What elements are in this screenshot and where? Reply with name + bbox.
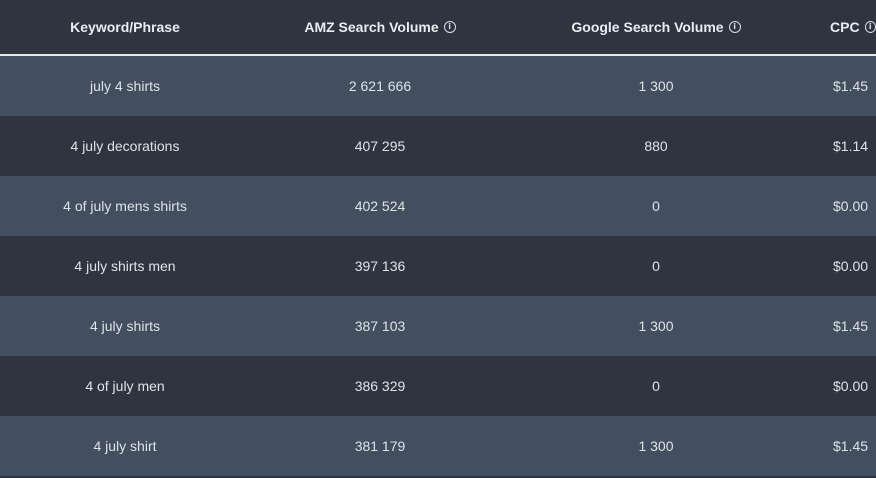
header-cpc-label: CPC bbox=[830, 19, 860, 35]
table-row[interactable]: 4 of july men 386 329 0 $0.00 bbox=[0, 356, 876, 416]
google-volume-cell: 880 bbox=[644, 138, 668, 154]
google-volume-cell: 0 bbox=[652, 258, 660, 274]
keyword-cell: 4 of july mens shirts bbox=[63, 198, 187, 214]
google-volume-cell: 1 300 bbox=[638, 318, 674, 334]
info-icon[interactable]: i bbox=[443, 21, 456, 33]
google-volume-cell: 0 bbox=[652, 198, 660, 214]
header-cpc[interactable]: CPC i bbox=[802, 19, 876, 35]
amz-volume-cell: 381 179 bbox=[354, 438, 406, 454]
cpc-cell: $0.00 bbox=[833, 378, 869, 394]
header-keyword[interactable]: Keyword/Phrase bbox=[0, 19, 250, 35]
header-keyword-label: Keyword/Phrase bbox=[70, 19, 180, 35]
table-header: Keyword/Phrase AMZ Search Volume i Googl… bbox=[0, 0, 876, 56]
keyword-cell: 4 july shirts bbox=[89, 318, 161, 334]
amz-volume-cell: 2 621 666 bbox=[348, 78, 412, 94]
table-row[interactable]: 4 july shirts 387 103 1 300 $1.45 bbox=[0, 296, 876, 356]
amz-volume-cell: 407 295 bbox=[354, 138, 406, 154]
table-row[interactable]: 4 july shirts men 397 136 0 $0.00 bbox=[0, 236, 876, 296]
cpc-cell: $1.45 bbox=[833, 78, 869, 94]
cpc-cell: $0.00 bbox=[833, 258, 869, 274]
header-google-search-volume[interactable]: Google Search Volume i bbox=[510, 19, 802, 35]
info-icon[interactable]: i bbox=[728, 21, 741, 33]
table-row[interactable]: 4 july shirt 381 179 1 300 $1.45 bbox=[0, 416, 876, 476]
keyword-table: Keyword/Phrase AMZ Search Volume i Googl… bbox=[0, 0, 876, 478]
cpc-cell: $0.00 bbox=[833, 198, 869, 214]
table-row[interactable]: july 4 shirts 2 621 666 1 300 $1.45 bbox=[0, 56, 876, 116]
keyword-cell: 4 july shirt bbox=[93, 438, 157, 454]
amz-volume-cell: 387 103 bbox=[354, 318, 406, 334]
keyword-cell: 4 july decorations bbox=[70, 138, 180, 154]
amz-volume-cell: 397 136 bbox=[354, 258, 406, 274]
header-google-label: Google Search Volume bbox=[571, 19, 724, 35]
amz-volume-cell: 402 524 bbox=[354, 198, 406, 214]
cpc-cell: $1.45 bbox=[833, 318, 869, 334]
google-volume-cell: 1 300 bbox=[638, 438, 674, 454]
keyword-cell: july 4 shirts bbox=[89, 78, 161, 94]
header-amz-label: AMZ Search Volume bbox=[304, 19, 439, 35]
cpc-cell: $1.14 bbox=[833, 138, 869, 154]
table-row[interactable]: 4 of july mens shirts 402 524 0 $0.00 bbox=[0, 176, 876, 236]
google-volume-cell: 0 bbox=[652, 378, 660, 394]
amz-volume-cell: 386 329 bbox=[354, 378, 406, 394]
keyword-cell: 4 july shirts men bbox=[74, 258, 176, 274]
header-amz-search-volume[interactable]: AMZ Search Volume i bbox=[250, 19, 510, 35]
keyword-cell: 4 of july men bbox=[85, 378, 165, 394]
table-row[interactable]: 4 july decorations 407 295 880 $1.14 bbox=[0, 116, 876, 176]
info-icon[interactable]: i bbox=[864, 21, 876, 33]
cpc-cell: $1.45 bbox=[833, 438, 869, 454]
google-volume-cell: 1 300 bbox=[638, 78, 674, 94]
